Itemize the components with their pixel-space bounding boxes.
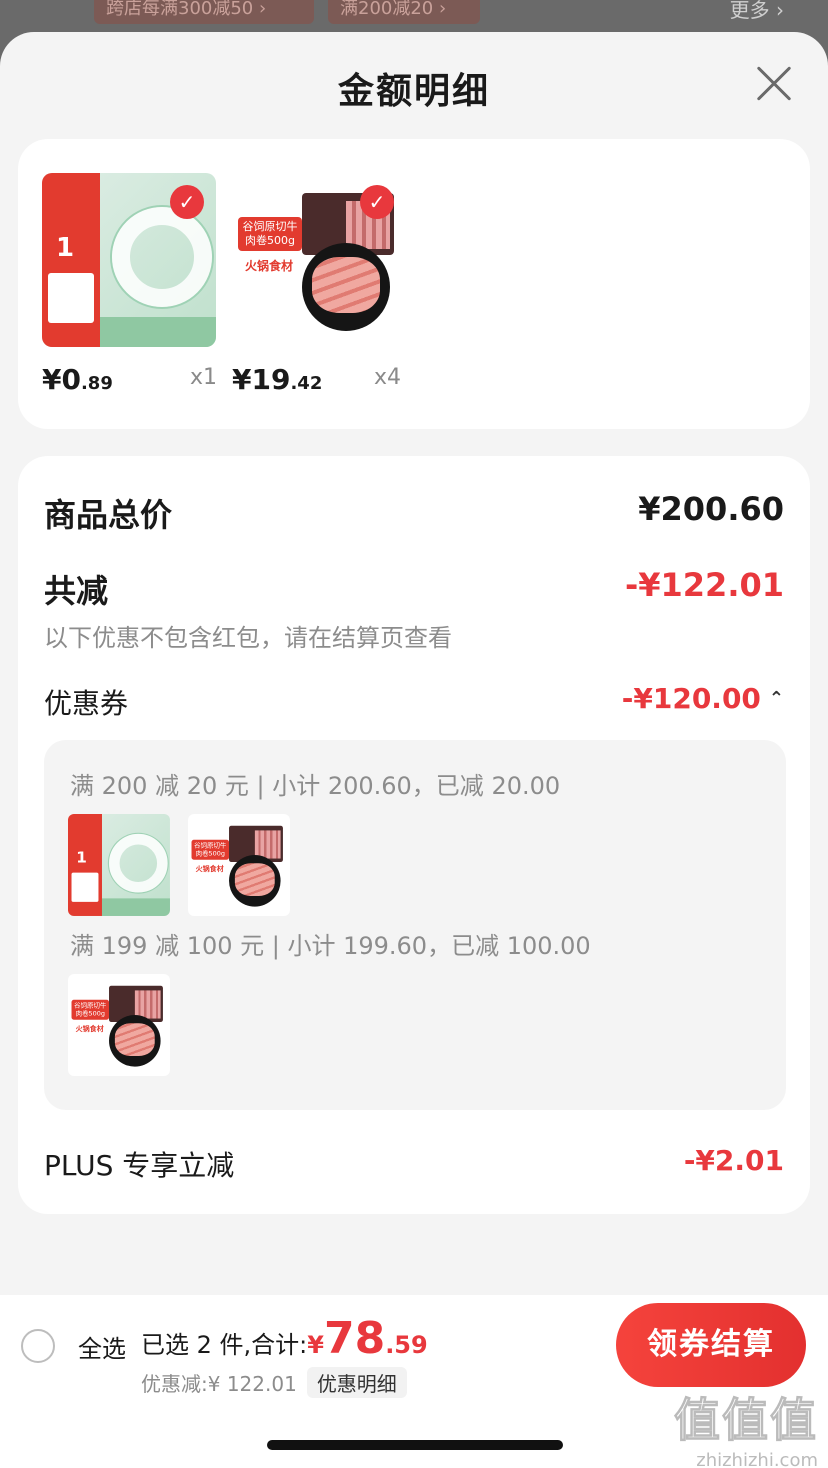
product-item-beef[interactable]: 谷饲原切牛肉卷500g 火锅食材 ✓ ¥19.42 x4: [232, 173, 406, 396]
promo-tag: 跨店每满300减50 ›: [94, 0, 314, 24]
coupon-thumb-tape: 1: [68, 814, 170, 916]
checkout-bar: 全选 已选 2 件,合计:¥78.59 优惠减:¥ 122.01 优惠明细 领券结…: [0, 1295, 828, 1398]
product-item-tape[interactable]: 1 ✓ ¥0.89 x1: [42, 173, 217, 396]
checkmark-icon[interactable]: ✓: [360, 185, 394, 219]
coupon-label: 优惠券: [44, 687, 129, 720]
home-indicator: [267, 1440, 563, 1450]
coupon-line: 满 199 减 100 元 | 小计 199.60，已减 100.00: [70, 932, 591, 960]
amount-detail-sheet: 金额明细 1 ✓ ¥0.89 x1 谷饲原切牛肉卷500g 火锅食材 ✓ ¥19…: [0, 32, 828, 1468]
select-all-radio[interactable]: [21, 1329, 55, 1363]
goods-total-label: 商品总价: [44, 496, 173, 534]
product-image: 谷饲原切牛肉卷500g 火锅食材 ✓: [232, 173, 406, 347]
reduce-label: 共减: [44, 572, 109, 610]
reduce-value: -¥122.01: [624, 566, 784, 604]
product-price: ¥19.42: [232, 363, 323, 396]
selected-products-card: 1 ✓ ¥0.89 x1 谷饲原切牛肉卷500g 火锅食材 ✓ ¥19.42 x…: [18, 139, 810, 429]
plus-label: PLUS 专享立减: [44, 1149, 235, 1182]
discount-summary: 优惠减:¥ 122.01 优惠明细: [141, 1367, 407, 1398]
coupon-value-wrap: -¥120.00 ⌃: [621, 682, 784, 715]
reduce-note: 以下优惠不包含红包，请在结算页查看: [44, 624, 452, 652]
checkmark-icon[interactable]: ✓: [170, 185, 204, 219]
coupon-line: 满 200 减 20 元 | 小计 200.60，已减 20.00: [70, 772, 561, 800]
coupon-thumb-beef: 谷饲原切牛肉卷500g 火锅食材: [188, 814, 290, 916]
sheet-title: 金额明细: [337, 71, 490, 112]
select-all-label[interactable]: 全选: [78, 1329, 126, 1364]
product-price: ¥0.89: [42, 363, 113, 396]
tape-roll: [112, 207, 212, 307]
total-amount: 78: [323, 1313, 386, 1364]
reduce-row: 共减 -¥122.01: [44, 566, 784, 612]
price-breakdown-card: 商品总价 ¥200.60 共减 -¥122.01 以下优惠不包含红包，请在结算页…: [18, 456, 810, 1214]
promo-banner: 1: [42, 173, 100, 347]
plus-row: PLUS 专享立减 -¥2.01: [44, 1144, 784, 1184]
goods-total-row: 商品总价 ¥200.60: [44, 490, 784, 536]
product-qty: x4: [374, 365, 402, 390]
more-link: 更多 ›: [729, 0, 784, 22]
plus-value: -¥2.01: [683, 1144, 784, 1177]
product-qty: x1: [190, 365, 218, 390]
close-icon[interactable]: [756, 66, 792, 102]
watermark: 值值值 zhizhizhi.com: [674, 1393, 819, 1468]
chevron-up-icon[interactable]: ⌃: [769, 688, 784, 709]
product-image: 1 ✓: [42, 173, 216, 347]
selected-summary: 已选 2 件,合计:¥78.59: [141, 1313, 428, 1364]
checkout-button[interactable]: 领券结算: [616, 1303, 806, 1387]
goods-total-value: ¥200.60: [638, 490, 784, 528]
coupon-row[interactable]: 优惠券 -¥120.00 ⌃: [44, 682, 784, 722]
discount-detail-button[interactable]: 优惠明细: [306, 1367, 407, 1398]
coupon-detail-box: 满 200 减 20 元 | 小计 200.60，已减 20.00 1 谷饲原切…: [44, 740, 786, 1110]
coupon-thumb-beef: 谷饲原切牛肉卷500g 火锅食材: [68, 974, 170, 1076]
promo-tag: 满200减20 ›: [328, 0, 480, 24]
